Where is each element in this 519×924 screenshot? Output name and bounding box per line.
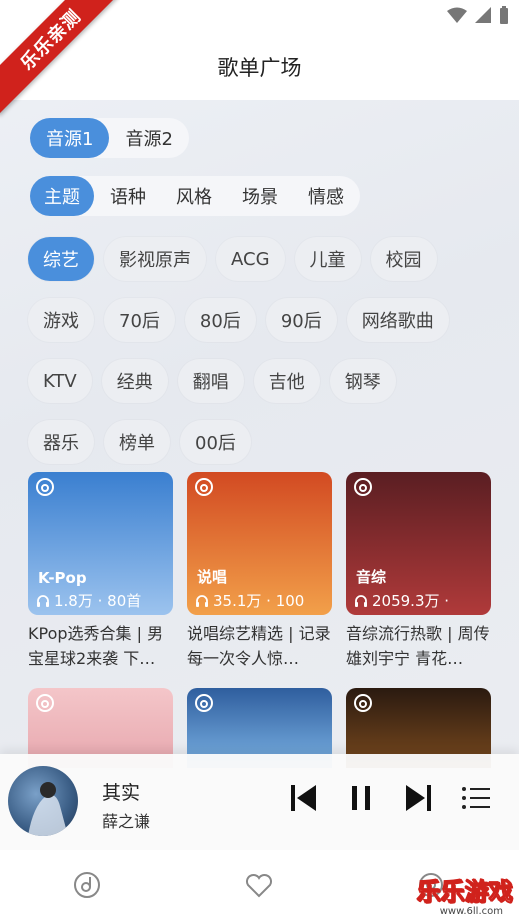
tag-chip[interactable]: 翻唱 (177, 359, 244, 403)
site-watermark: 乐乐游戏 www.6ll.com (401, 868, 519, 924)
netease-icon (195, 694, 213, 712)
source-tab-2[interactable]: 音源2 (109, 118, 188, 158)
tag-chip[interactable]: ACG (216, 237, 285, 281)
tag-chip[interactable]: 钢琴 (329, 359, 396, 403)
playlist-name: KPop选秀合集 | 男宝星球2来袭 下… (28, 624, 164, 668)
netease-icon (36, 694, 54, 712)
tag-chip[interactable]: 游戏 (28, 298, 94, 342)
heart-icon[interactable] (244, 870, 274, 900)
next-icon[interactable] (404, 780, 434, 816)
category-tab-scene[interactable]: 场景 (228, 176, 292, 216)
tag-chip[interactable]: 校园 (370, 237, 437, 281)
tag-row: KTV 经典 翻唱 吉他 钢琴 (28, 359, 498, 403)
headphones-icon (37, 594, 49, 607)
playlist-card[interactable]: 音综 2059.3万 · 音综流行热歌 | 周传雄刘宇宁 青花… (346, 472, 491, 671)
mini-player[interactable]: 其实 薛之谦 (0, 754, 519, 850)
category-tabs: 主题 语种 风格 场景 情感 (30, 176, 360, 216)
headphones-icon (355, 594, 367, 607)
source-switcher: 音源1 音源2 (30, 118, 189, 158)
netease-icon (354, 478, 372, 496)
netease-icon (354, 694, 372, 712)
tag-row: 游戏 70后 80后 90后 网络歌曲 (28, 298, 498, 342)
category-tab-style[interactable]: 风格 (162, 176, 226, 216)
tag-chip[interactable]: 影视原声 (104, 237, 206, 281)
signal-icon (475, 7, 491, 23)
playlist-grid: K-Pop 1.8万 · 80首 KPop选秀合集 | 男宝星球2来袭 下… 说… (28, 472, 498, 671)
playlist-badge: K-Pop (38, 569, 87, 587)
playlist-name: 音综流行热歌 | 周传雄刘宇宁 青花… (346, 624, 490, 668)
tag-chip[interactable]: 吉他 (253, 359, 320, 403)
tag-chip[interactable]: 儿童 (294, 237, 361, 281)
music-disc-icon[interactable] (72, 870, 102, 900)
tag-row: 综艺 影视原声 ACG 儿童 校园 (28, 237, 498, 281)
playlist-cover[interactable]: K-Pop 1.8万 · 80首 (28, 472, 173, 615)
song-title: 其实 (102, 782, 141, 804)
status-icons (447, 6, 509, 24)
tag-chip[interactable]: 经典 (101, 359, 168, 403)
tag-chip[interactable]: KTV (28, 359, 92, 403)
pause-icon[interactable] (346, 780, 376, 816)
song-artist: 薛之谦 (102, 812, 151, 831)
tag-grid: 综艺 影视原声 ACG 儿童 校园 游戏 70后 80后 90后 网络歌曲 KT… (28, 237, 498, 481)
playlist-badge: 音综 (356, 568, 387, 586)
playlist-stats: 2059.3万 · (372, 592, 450, 610)
category-tab-theme[interactable]: 主题 (30, 176, 94, 216)
site-watermark-text: 乐乐游戏 (417, 878, 514, 907)
tag-chip[interactable]: 综艺 (28, 237, 94, 281)
playlist-stats: 35.1万 · 100 (213, 592, 305, 610)
tag-chip[interactable]: 器乐 (28, 420, 94, 464)
playlist-badge: 说唱 (197, 568, 228, 586)
playlist-stats: 1.8万 · 80首 (54, 592, 142, 610)
playlist-cover[interactable]: 说唱 35.1万 · 100 (187, 472, 332, 615)
playlist-queue-icon[interactable] (460, 780, 492, 816)
playlist-card[interactable]: 说唱 35.1万 · 100 说唱综艺精选 | 记录每一次令人惊… (187, 472, 332, 671)
page-title: 歌单广场 (217, 56, 302, 80)
source-tab-1[interactable]: 音源1 (30, 118, 110, 158)
test-ribbon-label: 乐乐亲测 (0, 0, 120, 115)
site-watermark-url: www.6ll.com (439, 906, 503, 917)
playlist-meta: 2059.3万 · (354, 590, 449, 611)
playlist-cover[interactable]: 音综 2059.3万 · (346, 472, 491, 615)
playlist-meta: 35.1万 · 100 (195, 590, 304, 611)
album-art-image (28, 782, 68, 836)
tag-chip[interactable]: 70后 (104, 298, 175, 342)
tag-row: 器乐 榜单 00后 (28, 420, 498, 464)
netease-icon (36, 478, 54, 496)
tag-chip[interactable]: 90后 (265, 298, 337, 342)
wifi-icon (447, 7, 467, 23)
category-tab-emotion[interactable]: 情感 (294, 176, 358, 216)
album-art[interactable] (8, 766, 78, 836)
tag-chip[interactable]: 榜单 (104, 420, 170, 464)
playlist-card[interactable]: K-Pop 1.8万 · 80首 KPop选秀合集 | 男宝星球2来袭 下… (28, 472, 173, 671)
previous-icon[interactable] (288, 780, 318, 816)
headphones-icon (196, 594, 208, 607)
playlist-meta: 1.8万 · 80首 (36, 590, 141, 611)
tag-chip[interactable]: 网络歌曲 (346, 298, 449, 342)
category-tab-language[interactable]: 语种 (96, 176, 160, 216)
test-ribbon: 乐乐亲测 (0, 0, 120, 120)
tag-chip[interactable]: 80后 (184, 298, 256, 342)
playlist-name: 说唱综艺精选 | 记录每一次令人惊… (187, 624, 331, 668)
bottom-nav: 乐乐游戏 www.6ll.com (0, 850, 519, 924)
netease-icon (195, 478, 213, 496)
battery-icon (500, 6, 508, 24)
tag-chip[interactable]: 00后 (180, 420, 251, 464)
